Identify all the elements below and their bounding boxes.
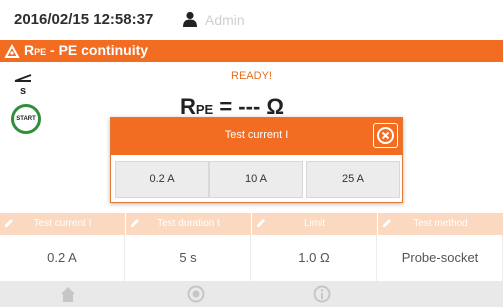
param-header-label: Test duration t: [157, 218, 220, 229]
datetime: 2016/02/15 12:58:37: [14, 11, 154, 28]
record-icon[interactable]: [187, 285, 205, 303]
title-subscript: PE: [34, 47, 47, 57]
param-header: Test duration t: [126, 213, 251, 235]
param-header-label: Test current I: [33, 218, 92, 229]
bottom-nav: [0, 281, 503, 307]
param-test-duration[interactable]: Test duration t 5 s: [126, 213, 251, 281]
status-text: READY!: [231, 70, 272, 82]
param-value: 5 s: [126, 235, 251, 281]
close-button[interactable]: [373, 123, 398, 148]
page-title: RPE - PE continuity: [24, 42, 148, 58]
result-symbol: R: [180, 94, 196, 119]
edit-icon: [5, 219, 13, 227]
edit-icon: [257, 219, 265, 227]
param-header-label: Test method: [413, 218, 468, 229]
param-header: Limit: [252, 213, 377, 235]
result-value: = --- Ω: [213, 94, 285, 119]
app-logo-icon: [4, 43, 20, 59]
dialog-header: Test current I: [111, 118, 402, 155]
param-value: 1.0 Ω: [252, 235, 377, 281]
parameter-table: Test current I 0.2 A Test duration t 5 s…: [0, 213, 503, 281]
option-0-2a-button[interactable]: 0.2 A: [115, 161, 209, 198]
dialog-title: Test current I: [224, 129, 289, 141]
edit-icon: [131, 219, 139, 227]
option-25a-button[interactable]: 25 A: [306, 161, 400, 198]
status-bar: 2016/02/15 12:58:37 Admin: [0, 0, 503, 41]
option-10a-button[interactable]: 10 A: [209, 161, 303, 198]
edit-icon: [383, 219, 391, 227]
info-icon[interactable]: [313, 285, 331, 303]
param-value: Probe-socket: [378, 235, 503, 281]
user-icon: [183, 11, 197, 27]
close-icon: [377, 127, 394, 144]
title-text: - PE continuity: [46, 42, 149, 58]
svg-text:s: s: [20, 85, 26, 96]
home-icon[interactable]: [59, 285, 77, 303]
start-button[interactable]: START: [11, 104, 41, 134]
param-test-method[interactable]: Test method Probe-socket: [378, 213, 503, 281]
param-header: Test method: [378, 213, 503, 235]
result-subscript: PE: [195, 102, 214, 117]
param-header-label: Limit: [303, 218, 326, 229]
param-test-current[interactable]: Test current I 0.2 A: [0, 213, 125, 281]
param-header: Test current I: [0, 213, 125, 235]
test-current-dialog: Test current I 0.2 A 10 A 25 A: [110, 117, 403, 203]
user-name: Admin: [205, 12, 245, 28]
title-bar: RPE - PE continuity: [0, 40, 503, 62]
param-value: 0.2 A: [0, 235, 125, 281]
title-symbol: R: [24, 42, 35, 58]
param-limit[interactable]: Limit 1.0 Ω: [252, 213, 377, 281]
